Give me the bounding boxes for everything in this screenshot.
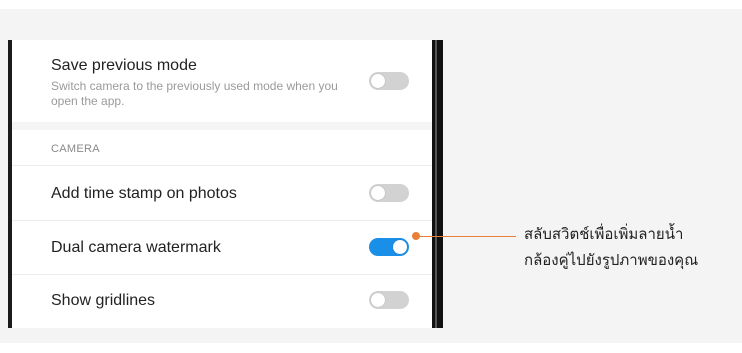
section-header-camera: CAMERA bbox=[51, 143, 100, 155]
callout-leader-line bbox=[418, 236, 516, 237]
toggle-knob bbox=[371, 293, 385, 307]
setting-title: Show gridlines bbox=[51, 292, 156, 309]
save-previous-mode-toggle[interactable] bbox=[369, 72, 409, 90]
callout-line-2: กล้องคู่ไปยังรูปภาพของคุณ bbox=[524, 252, 699, 269]
setting-add-time-stamp[interactable]: Add time stamp on photos bbox=[12, 165, 432, 221]
setting-save-previous-mode[interactable]: Save previous mode Switch camera to the … bbox=[12, 40, 432, 123]
setting-title: Save previous mode bbox=[51, 57, 197, 74]
phone-bezel-right bbox=[432, 40, 443, 328]
add-time-stamp-toggle[interactable] bbox=[369, 184, 409, 202]
camera-settings-screen: Save previous mode Switch camera to the … bbox=[12, 40, 432, 328]
toggle-knob bbox=[371, 186, 385, 200]
toggle-knob bbox=[371, 74, 385, 88]
section-divider bbox=[12, 122, 432, 130]
toggle-knob bbox=[393, 240, 407, 254]
setting-title: Add time stamp on photos bbox=[51, 185, 237, 202]
callout-dot bbox=[412, 232, 420, 240]
show-gridlines-toggle[interactable] bbox=[369, 291, 409, 309]
dual-camera-watermark-toggle[interactable] bbox=[369, 238, 409, 256]
setting-dual-camera-watermark[interactable]: Dual camera watermark bbox=[12, 220, 432, 275]
callout-annotation: สลับสวิตช์เพื่อเพิ่มลายน้ำ กล้องคู่ไปยัง… bbox=[524, 222, 734, 274]
setting-description: Switch camera to the previously used mod… bbox=[51, 79, 338, 108]
callout-line-1: สลับสวิตช์เพื่อเพิ่มลายน้ำ bbox=[524, 226, 684, 243]
setting-show-gridlines[interactable]: Show gridlines bbox=[12, 275, 432, 328]
setting-title: Dual camera watermark bbox=[51, 239, 221, 256]
